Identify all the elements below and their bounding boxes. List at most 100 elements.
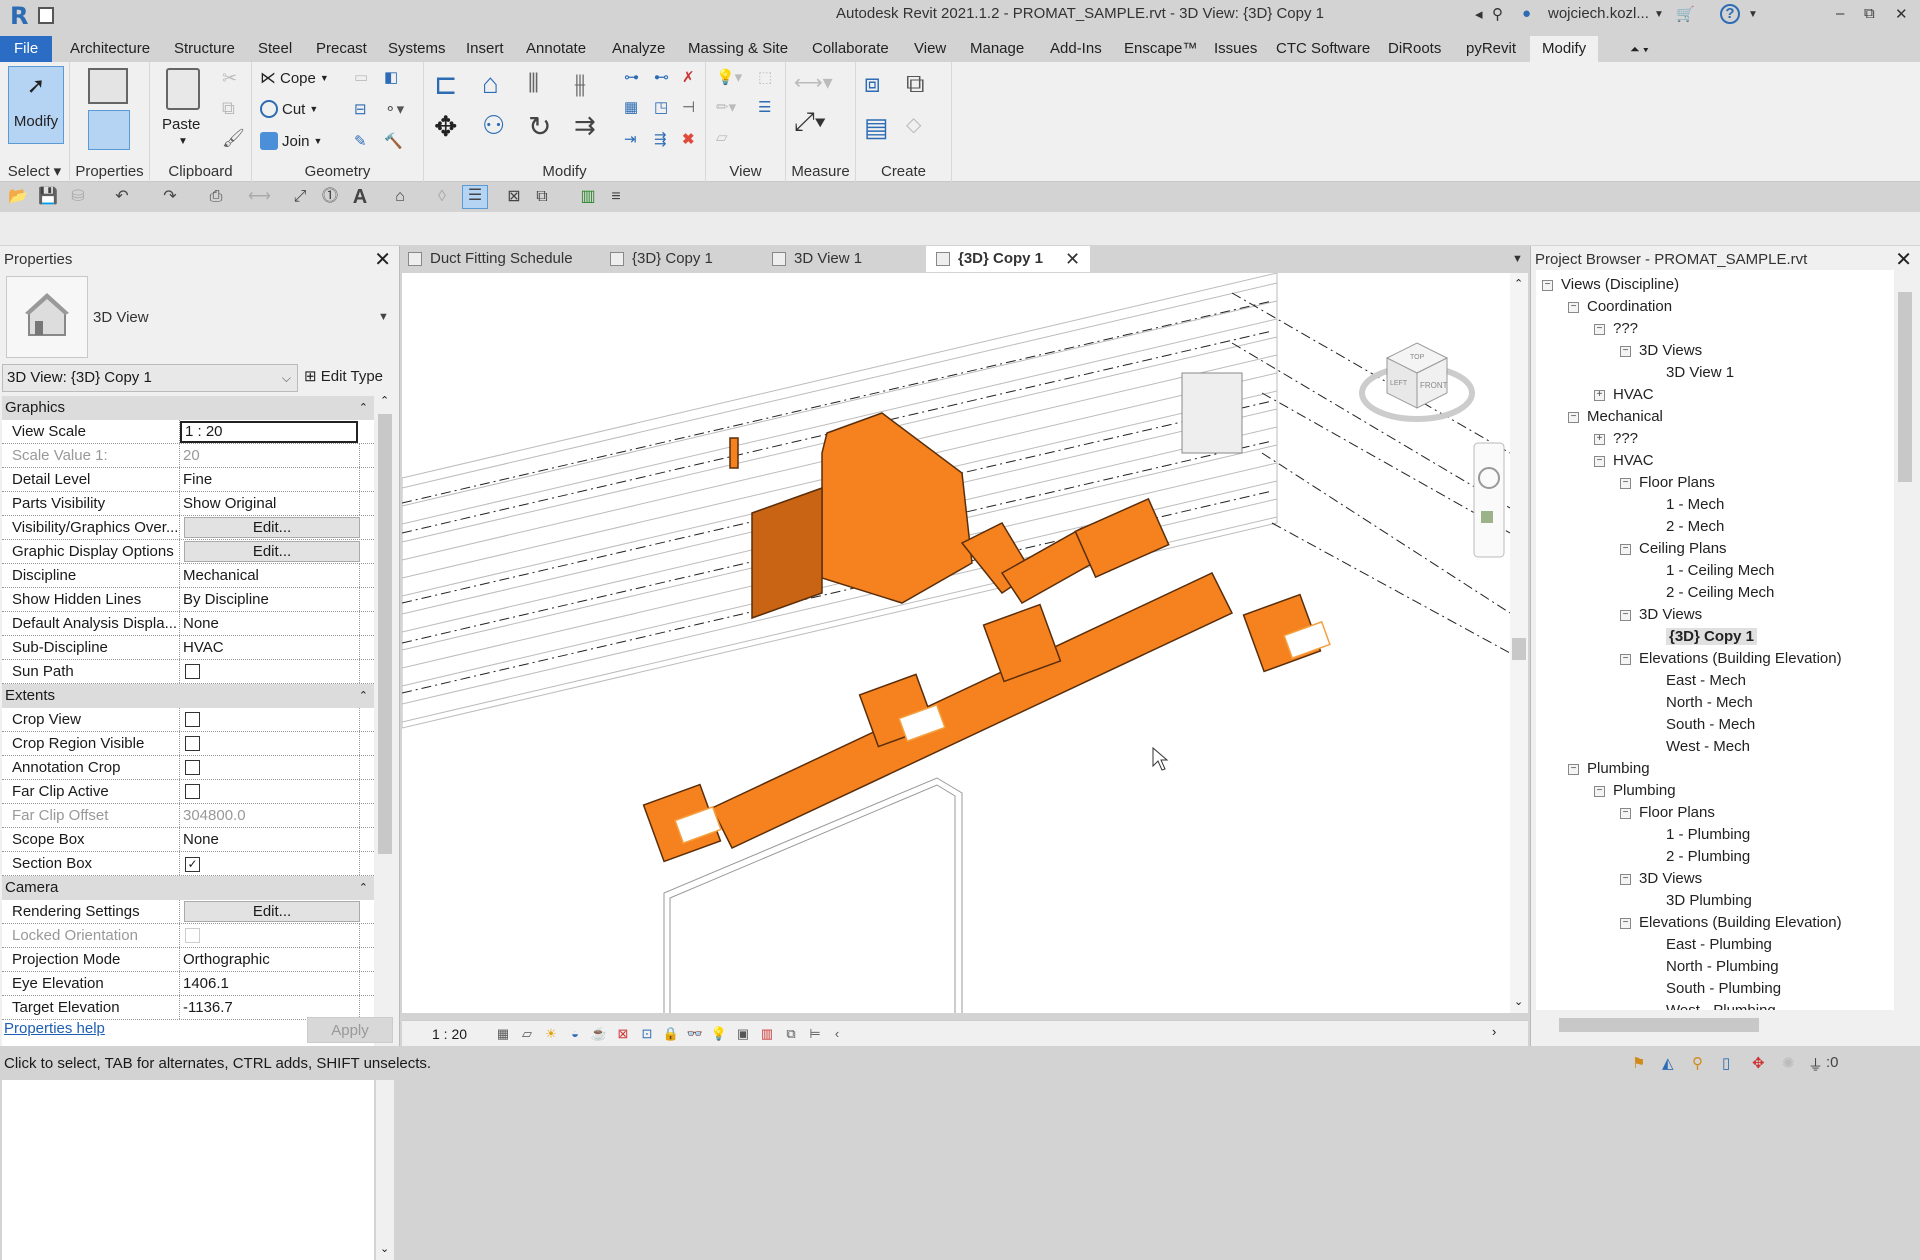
detail-level-field[interactable]: Fine bbox=[180, 468, 360, 491]
collapse-node-icon[interactable]: − bbox=[1568, 301, 1579, 313]
browser-node[interactable]: +??? bbox=[1594, 428, 1638, 450]
collapse-node-icon[interactable]: − bbox=[1594, 323, 1605, 335]
tab-view[interactable]: View bbox=[906, 36, 954, 62]
expand-node-icon[interactable]: + bbox=[1594, 433, 1605, 445]
collapse-node-icon[interactable]: − bbox=[1594, 785, 1605, 797]
section-icon[interactable]: ◊ bbox=[432, 187, 452, 207]
view-tab-active[interactable]: {3D} Copy 1 ✕ bbox=[926, 246, 1091, 272]
tab-structure[interactable]: Structure bbox=[166, 36, 243, 62]
collapse-node-icon[interactable]: − bbox=[1620, 345, 1631, 357]
paint-icon[interactable]: ◧ bbox=[384, 68, 398, 86]
browser-node[interactable]: {3D} Copy 1 bbox=[1666, 626, 1758, 648]
tab-analyze[interactable]: Analyze bbox=[604, 36, 673, 62]
linework-icon[interactable]: ✏▾ bbox=[716, 98, 736, 116]
view-scale-button[interactable]: 1 : 20 bbox=[432, 1026, 467, 1042]
copy-element-icon[interactable]: ⚇ bbox=[482, 110, 505, 141]
collapse-bar-icon[interactable]: ‹ bbox=[828, 1026, 846, 1042]
browser-node[interactable]: −3D Views bbox=[1620, 340, 1702, 362]
crop-region-visible-checkbox[interactable] bbox=[185, 736, 200, 751]
tab-enscape[interactable]: Enscape™ bbox=[1116, 36, 1205, 62]
scroll-up-icon[interactable]: ⌃ bbox=[380, 394, 389, 407]
browser-node[interactable]: South - Plumbing bbox=[1666, 978, 1781, 1000]
pin-icon[interactable]: ⊣ bbox=[682, 98, 695, 116]
tab-annotate[interactable]: Annotate bbox=[518, 36, 594, 62]
collapse-node-icon[interactable]: − bbox=[1620, 477, 1631, 489]
create-parts-icon[interactable]: ⧉ bbox=[906, 68, 925, 100]
select-underlay-icon[interactable]: ◭ bbox=[1662, 1054, 1674, 1072]
default-3d-view-icon[interactable]: ⌂ bbox=[390, 187, 410, 207]
browser-node[interactable]: North - Mech bbox=[1666, 692, 1753, 714]
shadows-off-icon[interactable]: ◒ bbox=[566, 1026, 584, 1042]
paste-dropdown-icon[interactable]: ▼ bbox=[178, 136, 188, 147]
hammer-icon[interactable]: 🔨 bbox=[384, 132, 403, 150]
browser-node[interactable]: − Coordination bbox=[1568, 296, 1672, 318]
tab-collaborate[interactable]: Collaborate bbox=[804, 36, 897, 62]
view-tab[interactable]: 3D View 1 bbox=[772, 246, 862, 272]
mirror-pick-axis-icon[interactable]: ⫴ bbox=[528, 68, 539, 100]
scroll-down-icon[interactable]: ⌄ bbox=[380, 1242, 389, 1255]
paste-icon[interactable] bbox=[166, 68, 200, 110]
tab-add-ins[interactable]: Add-Ins bbox=[1042, 36, 1110, 62]
tab-precast[interactable]: Precast bbox=[308, 36, 375, 62]
browser-node[interactable]: − Elevations (Building Elevation) bbox=[1620, 912, 1842, 934]
unpin-icon[interactable]: ✗ bbox=[682, 68, 695, 86]
target-elevation-field[interactable]: -1136.7 bbox=[180, 996, 360, 1019]
type-dropdown-icon[interactable]: ▼ bbox=[378, 311, 389, 323]
graphic-display-edit-button[interactable]: Edit... bbox=[184, 541, 360, 562]
close-tab-icon[interactable]: ✕ bbox=[1065, 246, 1080, 272]
show-analytical-icon[interactable]: ▥ bbox=[758, 1026, 776, 1042]
properties-scroll-thumb[interactable] bbox=[378, 414, 392, 854]
tab-systems[interactable]: Systems bbox=[380, 36, 454, 62]
restore-button[interactable]: ⧉ bbox=[1864, 5, 1875, 22]
select-pinned-icon[interactable]: ⚲ bbox=[1692, 1054, 1703, 1072]
undo-icon[interactable]: ↶ bbox=[112, 187, 132, 207]
detail-level-icon[interactable]: ▦ bbox=[494, 1026, 512, 1042]
browser-node[interactable]: − HVAC bbox=[1594, 450, 1654, 472]
tab-massing-site[interactable]: Massing & Site bbox=[680, 36, 796, 62]
view-filter-icon[interactable]: ▱ bbox=[716, 128, 728, 146]
help-icon[interactable]: ? bbox=[1720, 4, 1740, 24]
tab-issues[interactable]: Issues bbox=[1206, 36, 1265, 62]
measure-between-icon[interactable]: ⟷▾ bbox=[794, 70, 833, 95]
rotate-icon[interactable]: ↻ bbox=[528, 110, 551, 143]
type-selector-thumbnail[interactable] bbox=[6, 276, 88, 358]
tab-steel[interactable]: Steel bbox=[250, 36, 300, 62]
switch-windows-icon[interactable]: ⧉ bbox=[532, 187, 552, 207]
browser-node[interactable]: 2 - Ceiling Mech bbox=[1666, 582, 1774, 604]
annotation-crop-checkbox[interactable] bbox=[185, 760, 200, 775]
measure-qat-icon[interactable]: ⟷ bbox=[248, 187, 271, 207]
hidden-lines-field[interactable]: By Discipline bbox=[180, 588, 360, 611]
hide-bulb-icon[interactable]: 💡▾ bbox=[716, 68, 742, 86]
binoculars-icon[interactable]: ⚲ bbox=[1492, 5, 1503, 23]
tab-architecture[interactable]: Architecture bbox=[62, 36, 158, 62]
reveal-hidden-icon[interactable]: 💡 bbox=[710, 1026, 728, 1042]
mirror-draw-axis-icon[interactable]: ⫵ bbox=[574, 68, 586, 100]
pyrevit-icon[interactable]: ▥ bbox=[578, 187, 598, 207]
thin-lines-icon[interactable]: ☰ bbox=[462, 185, 488, 209]
collapse-node-icon[interactable]: − bbox=[1620, 917, 1631, 929]
align-icon[interactable]: ⊏ bbox=[434, 68, 457, 101]
close-button[interactable]: ✕ bbox=[1895, 5, 1908, 23]
properties-toggle-button[interactable] bbox=[88, 110, 130, 150]
browser-node[interactable]: West - Plumbing bbox=[1666, 1000, 1776, 1010]
close-inactive-views-icon[interactable]: ⊠ bbox=[504, 187, 524, 207]
browser-node[interactable]: 2 - Mech bbox=[1666, 516, 1724, 538]
highlight-displacement-icon[interactable]: ⧉ bbox=[782, 1026, 800, 1042]
viewcube[interactable]: TOP LEFT FRONT bbox=[1359, 342, 1475, 422]
lock-3d-view-icon[interactable]: 🔒 bbox=[662, 1026, 680, 1042]
section-camera[interactable]: Camera ⌃ bbox=[2, 876, 374, 900]
array-icon[interactable]: ▦ bbox=[624, 98, 638, 116]
browser-node[interactable]: − Plumbing bbox=[1568, 758, 1650, 780]
override-graphics-icon[interactable]: ⬚ bbox=[758, 68, 772, 86]
edit-type-button[interactable]: ⊞ Edit Type bbox=[304, 367, 383, 385]
tab-file[interactable]: File bbox=[0, 36, 53, 62]
demolish-icon[interactable]: ⚬▾ bbox=[384, 100, 404, 118]
copy-icon[interactable]: ⧉ bbox=[222, 98, 235, 119]
browser-node[interactable]: 3D Plumbing bbox=[1666, 890, 1752, 912]
sub-discipline-field[interactable]: HVAC bbox=[180, 636, 360, 659]
match-properties-icon[interactable]: 🖌 bbox=[222, 128, 245, 149]
navigation-bar[interactable] bbox=[1473, 442, 1505, 558]
browser-node[interactable]: East - Plumbing bbox=[1666, 934, 1772, 956]
tab-insert[interactable]: Insert bbox=[458, 36, 512, 62]
delete-icon[interactable]: ✖ bbox=[682, 130, 695, 148]
